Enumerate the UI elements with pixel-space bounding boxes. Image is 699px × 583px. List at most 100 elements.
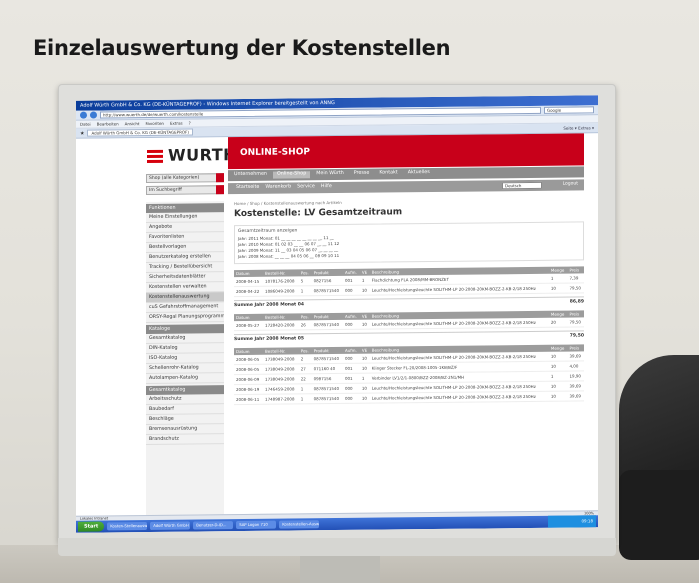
logo-text: WURTH <box>168 145 238 165</box>
table-cell: 0878571540 <box>311 353 343 364</box>
menu-help[interactable]: ? <box>189 121 191 126</box>
nav-startseite[interactable]: Startseite <box>236 185 259 192</box>
taskbar-item[interactable]: Kosten-Stellenauswertung <box>107 521 148 531</box>
table-cell: 1728420-2008 <box>263 320 299 331</box>
shop-category-select[interactable]: Shop (alle Kategorien) <box>146 173 224 184</box>
table-cell: 1 <box>548 371 568 382</box>
menu-file[interactable]: Datei <box>80 122 91 127</box>
table-cell: 10 <box>548 381 568 392</box>
system-clock: 09:18 <box>548 515 596 528</box>
table-cell: 1 <box>359 373 370 384</box>
nav-online-shop[interactable]: Online-Shop <box>272 171 311 179</box>
table-cell: 1 <box>298 285 312 296</box>
nav-kontakt[interactable]: Kontakt <box>375 170 401 177</box>
taskbar-item[interactable]: Kostenstellen-Auswertung <box>279 520 320 529</box>
nav-mein-wuerth[interactable]: Mein Würth <box>312 171 348 178</box>
table-cell: 39,69 <box>567 351 584 362</box>
table-cell: 79,50 <box>567 317 584 328</box>
browser-tools[interactable]: Seite ▾ Extras ▾ <box>563 125 594 130</box>
table-cell: 2008-06-19 <box>234 384 264 395</box>
browser-tab[interactable]: Adolf Würth GmbH & Co. KG (DE-KÜNTAGEPRO… <box>87 128 193 137</box>
table-cell: 071160 40 <box>311 363 343 374</box>
table-cell: 001 <box>342 373 360 384</box>
nav-unternehmen[interactable]: Unternehmen <box>230 172 271 179</box>
sum-label: Summe Jahr 2008 Monat 05 <box>234 336 305 343</box>
wurth-logo[interactable]: WURTH <box>146 145 237 165</box>
forward-icon[interactable] <box>90 111 97 119</box>
table-cell: 001 <box>342 275 360 286</box>
table-cell: 10 <box>548 391 568 402</box>
menu-edit[interactable]: Bearbeiten <box>97 121 119 126</box>
sidebar-item[interactable]: Autolampen-Katalog <box>146 373 224 385</box>
table-cell: 1078176-2008 <box>263 276 299 287</box>
breadcrumb[interactable]: Home / Shop / Kostenstellenauswertung na… <box>234 197 584 206</box>
sidebar: Funktionen Meine Einstellungen Angebote … <box>146 201 224 521</box>
cost-center-tables: Datum Bestell-Nr. Pos. Produkt Aufm. VE Beschr… <box>234 266 584 405</box>
table-cell: Leuchte/Hochleistungsleuchte SOLITHM-LP … <box>369 391 549 404</box>
table-cell: 2008-04-22 <box>234 286 264 297</box>
nav-warenkorb[interactable]: Warenkorb <box>265 184 291 191</box>
search-input[interactable]: Google <box>544 106 594 114</box>
start-button[interactable]: Start <box>78 521 105 532</box>
search-term-select[interactable]: Im Suchbegriff <box>146 185 224 196</box>
page-caption: Einzelauswertung der Kostenstellen <box>33 36 451 60</box>
table-cell: 10 <box>359 383 370 394</box>
table-cell: 0878571540 <box>311 319 343 330</box>
table-cell: 39,69 <box>567 390 584 402</box>
sidebar-item[interactable]: Brandschutz <box>146 434 224 446</box>
main-content: Home / Shop / Kostenstellenauswertung na… <box>234 197 584 519</box>
shop-category-value: Shop (alle Kategorien) <box>149 175 200 181</box>
table-cell: 2008-06-11 <box>234 394 264 405</box>
table-cell: 1 <box>359 275 370 286</box>
table-cell: 7,39 <box>567 273 584 284</box>
nav-aktuelles[interactable]: Aktuelles <box>404 170 434 177</box>
taskbar-item[interactable]: Adolf Würth GmbH & Co. KG <box>150 521 191 530</box>
table-cell: 2008-06-09 <box>234 374 264 385</box>
table-cell: 1748987-2008 <box>263 393 299 405</box>
table-cell: 0878571540 <box>311 393 343 404</box>
table-cell: 2008-05-27 <box>234 320 264 331</box>
nav-hilfe[interactable]: Hilfe <box>321 184 332 191</box>
table-cell: 10 <box>548 351 568 362</box>
table-cell: 1 <box>298 393 312 404</box>
menu-view[interactable]: Ansicht <box>125 121 140 126</box>
table-cell: 1746459-2008 <box>263 383 299 395</box>
telephone-base <box>619 470 699 560</box>
taskbar-item[interactable]: Benutzer-D-ID... <box>193 521 234 530</box>
nav-service[interactable]: Service <box>297 184 315 191</box>
table-cell: 1086049-2008 <box>263 285 299 297</box>
web-page: WURTH ONLINE-SHOP Shop (alle Kategorien)… <box>76 133 598 521</box>
monitor-bezel-bottom <box>58 538 616 556</box>
logout-link[interactable]: Logout <box>563 181 578 186</box>
table-cell: 1738049-2008 <box>263 373 299 385</box>
taskbar-item[interactable]: SAP Logon 710 <box>236 520 277 530</box>
sidebar-item[interactable]: ORSY-Regal Planungsprogramm <box>146 312 224 324</box>
period-sum: Summe Jahr 2008 Monat 04 86,89 <box>234 296 584 311</box>
table-cell: 27 <box>298 363 312 374</box>
table-cell: 10 <box>359 319 370 330</box>
table-cell: 10 <box>359 363 370 374</box>
monitor-stand <box>300 555 380 583</box>
table-cell: 26 <box>298 320 312 330</box>
wurth-logo-icon <box>146 148 164 163</box>
table-cell: 0878571540 <box>311 285 343 296</box>
search-term-value: Im Suchbegriff <box>149 187 182 193</box>
language-select[interactable]: Deutsch <box>502 181 542 190</box>
nav-presse[interactable]: Presse <box>350 171 374 178</box>
table-cell: 4,00 <box>567 360 584 372</box>
back-icon[interactable] <box>80 111 87 119</box>
favorites-star-icon[interactable]: ★ <box>80 130 84 136</box>
table-cell: 000 <box>342 393 360 404</box>
table-cell: 79,50 <box>567 282 584 294</box>
table-cell: 10 <box>359 393 370 404</box>
menu-favorites[interactable]: Favoriten <box>145 121 164 126</box>
monitor-screen: Adolf Würth GmbH & Co. KG (DE-KÜNTAGEPRO… <box>76 95 598 533</box>
table-cell: 20 <box>548 317 568 328</box>
menu-tools[interactable]: Extras <box>170 121 183 126</box>
search-go-icon[interactable] <box>216 185 224 195</box>
table-cell: 0987156 <box>311 373 343 384</box>
chevron-down-icon[interactable] <box>216 173 224 183</box>
sum-label: Summe Jahr 2008 Monat 04 <box>234 302 305 309</box>
table-cell: 000 <box>342 353 360 364</box>
top-navigation: Unternehmen Online-Shop Mein Würth Press… <box>228 166 584 182</box>
